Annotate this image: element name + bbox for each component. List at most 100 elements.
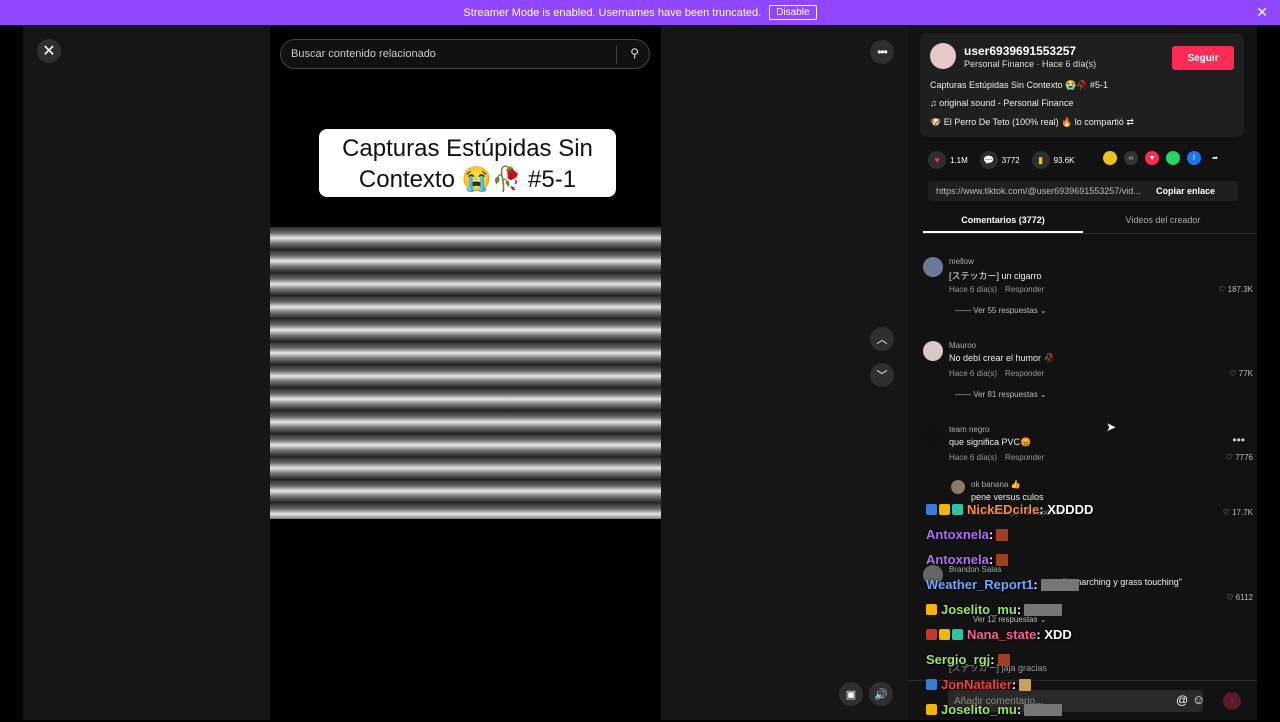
caption-line-2: Contexto 😭🥀 #5-1 — [358, 166, 577, 193]
comment-text: [ステッカー] un cigarro — [949, 271, 1042, 281]
follow-button[interactable]: Seguir — [1172, 46, 1234, 70]
chat-line: Weather_Report1: — [926, 572, 1266, 597]
view-replies-button[interactable]: —— Ver 81 respuestas ⌄ — [955, 390, 1047, 399]
disable-button[interactable]: Disable — [769, 5, 817, 20]
mouse-cursor-icon: ➤ — [1106, 420, 1117, 434]
chat-emote — [997, 653, 1010, 666]
pip-icon[interactable]: ▣ — [839, 682, 863, 706]
chat-username[interactable]: Joselito_mu — [941, 602, 1017, 617]
tab-comments[interactable]: Comentarios (3772) — [923, 210, 1083, 233]
author-avatar[interactable] — [930, 43, 956, 69]
chat-message: : — [1016, 602, 1022, 617]
embed-icon[interactable]: ‹› — [1124, 151, 1138, 165]
author-username[interactable]: user6939691553257 — [964, 44, 1076, 58]
comment-likes[interactable]: ♡ 187.3K — [1218, 285, 1253, 294]
chat-line: Joselito_mu: — [926, 697, 1266, 722]
share-arrow-icon[interactable]: ➦ — [1208, 151, 1222, 165]
video-caption-overlay: Capturas Estúpidas Sin Contexto 😭🥀 #5-1 — [319, 129, 616, 197]
more-options-button[interactable]: ••• — [870, 40, 894, 64]
comment-likes[interactable]: ♡ 77K — [1229, 369, 1253, 378]
volume-icon[interactable]: 🔊 — [869, 682, 893, 706]
chat-emote — [1040, 578, 1079, 591]
comment-user[interactable]: team negro — [949, 425, 989, 434]
chat-emote — [1024, 703, 1063, 716]
reply-button[interactable]: Responder — [1005, 453, 1044, 462]
reply-avatar[interactable] — [951, 480, 965, 494]
chat-line: Nana_state: XDD — [926, 622, 1266, 647]
reply-button[interactable]: Responder — [1005, 285, 1044, 294]
comment-user[interactable]: Mauroo — [949, 341, 976, 350]
video-url: https://www.tiktok.com/@user693969155325… — [936, 186, 1141, 196]
chat-message: : — [1011, 677, 1017, 692]
chat-badge — [952, 504, 963, 515]
comments-count: 3772 — [1001, 155, 1020, 165]
caption-line-1: Capturas Estúpidas Sin — [342, 135, 593, 162]
chat-message: : — [988, 527, 994, 542]
send-icon[interactable]: ▼ — [1145, 151, 1159, 165]
comment-avatar[interactable] — [923, 257, 943, 277]
search-divider — [616, 46, 617, 64]
tabs: Comentarios (3772) Videos del creador — [923, 210, 1257, 234]
chat-line: Antoxnela: — [926, 522, 1266, 547]
chat-username[interactable]: Antoxnela — [926, 552, 989, 567]
comment-stat[interactable]: 💬 3772 — [979, 151, 1020, 169]
banner-close-icon[interactable]: ✕ — [1256, 4, 1268, 21]
comment-avatar[interactable] — [923, 425, 943, 445]
previous-video-button[interactable]: ︿ — [870, 327, 894, 351]
comment-meta: Hace 6 día(s) Responder — [949, 285, 1044, 294]
chat-username[interactable]: Antoxnela — [926, 527, 989, 542]
chat-username[interactable]: Weather_Report1 — [926, 577, 1033, 592]
author-meta: Personal Finance · Hace 6 día(s) — [964, 59, 1097, 69]
chat-line: Antoxnela: — [926, 547, 1266, 572]
reply-button[interactable]: Responder — [1005, 369, 1044, 378]
whatsapp-icon[interactable] — [1166, 151, 1180, 165]
comment-meta: Hace 6 día(s) Responder — [949, 369, 1044, 378]
stats-row: ♥ 1.1M 💬 3772 ▮ 93.6K — [928, 151, 1087, 169]
close-video-button[interactable]: ✕ — [37, 39, 61, 63]
chat-message: : — [1033, 577, 1038, 592]
chat-emote — [1024, 603, 1063, 616]
chat-badges — [926, 629, 965, 640]
coin-icon[interactable] — [1103, 151, 1117, 165]
comment-user[interactable]: mellow — [949, 257, 974, 266]
chat-username[interactable]: Sergio_rgj — [926, 652, 990, 667]
chat-badge — [939, 629, 950, 640]
chat-emote — [1019, 678, 1032, 691]
chat-username[interactable]: JonNatalier — [941, 677, 1012, 692]
chat-badge — [926, 629, 937, 640]
search-input[interactable] — [291, 48, 611, 60]
chat-badge — [939, 504, 950, 515]
comment-avatar[interactable] — [923, 341, 943, 361]
view-replies-button[interactable]: —— Ver 55 respuestas ⌄ — [955, 306, 1047, 315]
comment-likes[interactable]: ♡ 7776 — [1226, 453, 1253, 462]
shared-by: 🐶 El Perro De Teto (100% real) 🔥 lo comp… — [930, 117, 1134, 127]
chat-username[interactable]: Joselito_mu — [941, 702, 1017, 717]
comment-more-icon[interactable]: ••• — [1232, 433, 1245, 447]
copy-link-button[interactable]: Copiar enlace — [1146, 186, 1215, 196]
chat-message: : XDDDD — [1039, 502, 1094, 517]
comment-text: que significa PVC😡 — [949, 437, 1032, 447]
like-stat[interactable]: ♥ 1.1M — [928, 151, 968, 169]
heart-icon: ♥ — [928, 151, 946, 169]
reply-user[interactable]: ok banana 👍 — [971, 480, 1021, 489]
chat-message: : — [990, 652, 995, 667]
chat-emote — [996, 528, 1009, 541]
related-search: ⚲ — [280, 39, 650, 69]
stream-chat-overlay: NickEDcirle: XDDDD Antoxnela: Antoxnela:… — [926, 497, 1266, 722]
chat-badges — [926, 604, 939, 615]
next-video-button[interactable]: ﹀ — [870, 363, 894, 387]
comment-time: Hace 6 día(s) — [949, 285, 998, 294]
banner-text: Streamer Mode is enabled. Usernames have… — [463, 6, 762, 19]
search-icon[interactable]: ⚲ — [630, 46, 639, 60]
tab-creator-videos[interactable]: Videos del creador — [1083, 210, 1243, 233]
chat-badges — [926, 504, 965, 515]
facebook-icon[interactable]: f — [1187, 151, 1201, 165]
chat-badges — [926, 679, 939, 690]
chat-badge — [926, 504, 937, 515]
chat-username[interactable]: NickEDcirle — [967, 502, 1039, 517]
video-static-frame — [270, 227, 661, 519]
chat-username[interactable]: Nana_state — [967, 627, 1036, 642]
music-link[interactable]: ♫ original sound - Personal Finance — [930, 98, 1073, 108]
save-stat[interactable]: ▮ 93.6K — [1031, 151, 1075, 169]
video-area: ✕ ⚲ ••• Capturas Estúpidas Sin Contexto … — [23, 25, 908, 720]
